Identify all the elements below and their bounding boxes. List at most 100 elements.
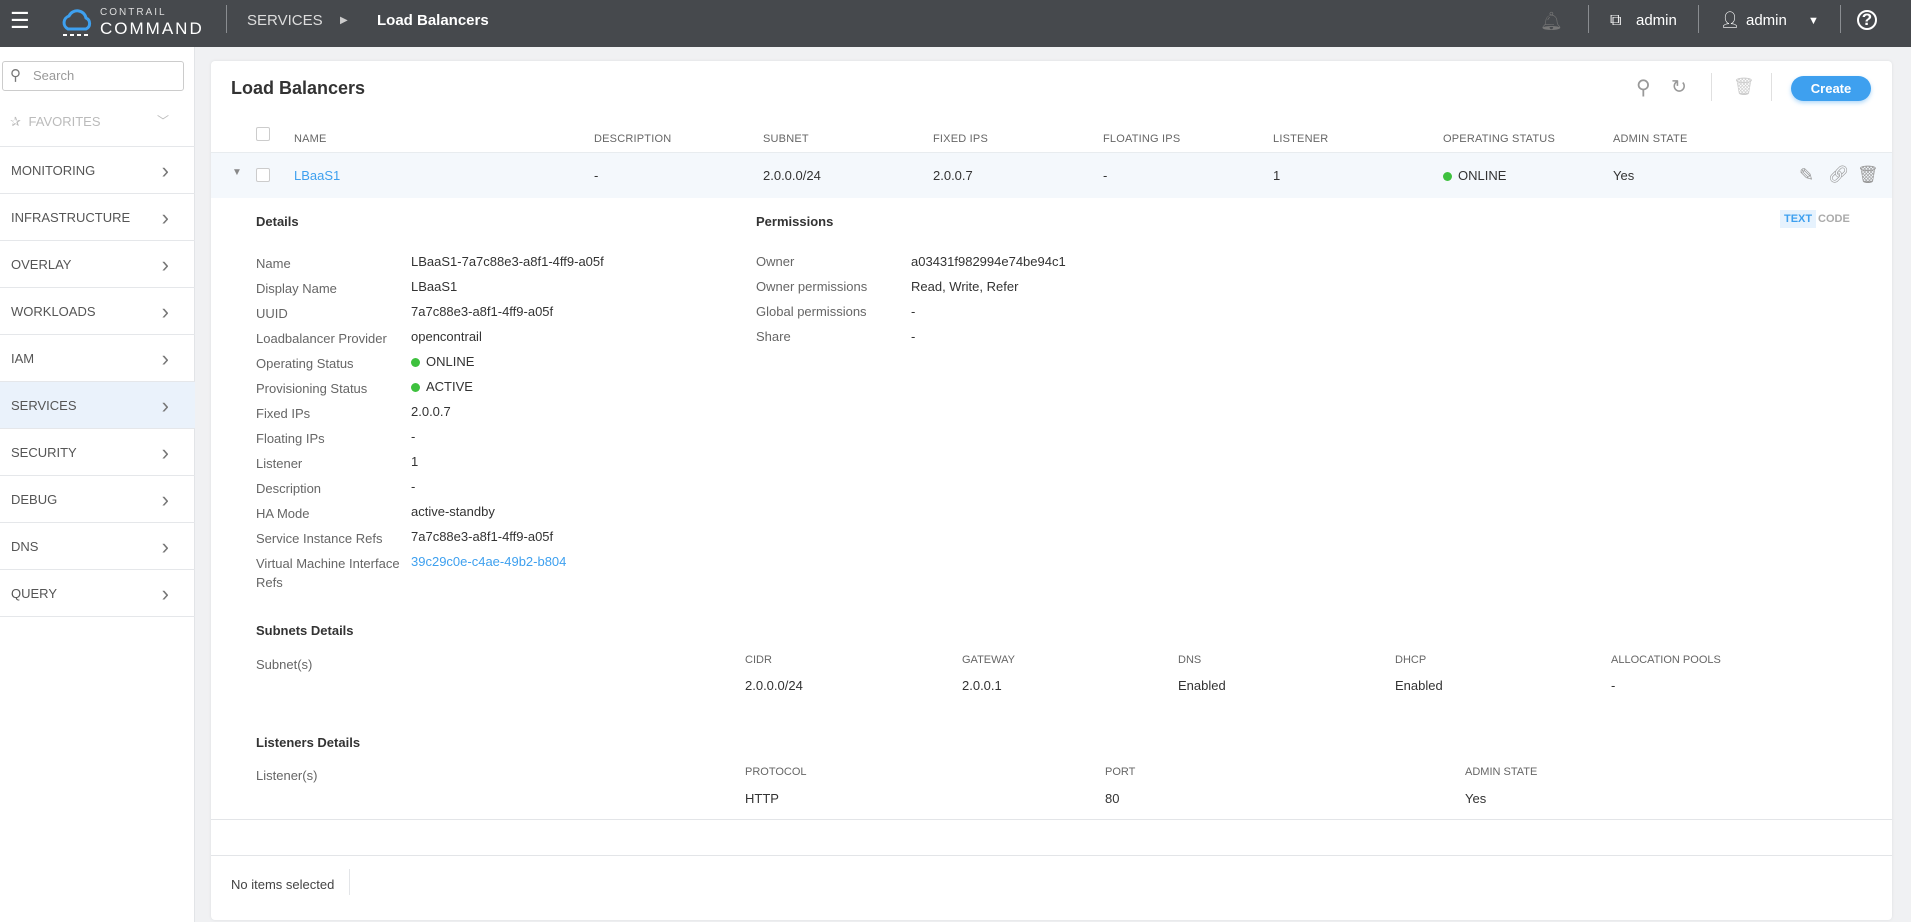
project-icon[interactable]: ⧉ (1610, 0, 1621, 42)
permission-label: Owner (756, 254, 795, 269)
row-floating-ips: - (1103, 168, 1108, 183)
sidebar-item-dns[interactable]: DNS › (0, 522, 195, 569)
detail-label: HA Mode (256, 506, 310, 521)
detail-label: Service Instance Refs (256, 531, 383, 546)
sidebar-item-label: QUERY (11, 586, 57, 601)
chevron-down-icon[interactable]: ▼ (1808, 0, 1819, 42)
sidebar-item-workloads[interactable]: WORKLOADS › (0, 287, 195, 334)
detail-value[interactable]: 39c29c0e-c4ae-49b2-b804 (411, 554, 566, 569)
sidebar-item-label: SERVICES (11, 398, 77, 413)
detail-label: Floating IPs (256, 431, 325, 446)
subnet-value: Enabled (1178, 678, 1226, 693)
permission-label: Share (756, 329, 791, 344)
chevron-right-icon: › (161, 252, 169, 277)
create-button[interactable]: Create (1791, 76, 1871, 101)
row-fixed-ips: 2.0.0.7 (933, 168, 973, 183)
page-title: Load Balancers (231, 78, 366, 98)
column-header-fixed-ips[interactable]: FIXED IPS (933, 133, 988, 145)
breadcrumb-separator-icon: ▶ (340, 15, 348, 26)
favorites-toggle[interactable]: ✰ FAVORITES ﹀ (0, 98, 195, 145)
link-icon[interactable]: 🔗︎ (1828, 165, 1850, 185)
detail-value: opencontrail (411, 329, 482, 344)
sidebar: ⚲ Search ✰ FAVORITES ﹀ MONITORING › INFRASTR… (0, 47, 195, 922)
detail-label: Loadbalancer Provider (256, 331, 387, 346)
column-header-name[interactable]: NAME (294, 133, 327, 145)
expand-caret-icon[interactable]: ▼ (232, 167, 242, 178)
subnet-column-header: CIDR (745, 654, 772, 666)
sidebar-item-label: WORKLOADS (11, 304, 96, 319)
column-header-description[interactable]: DESCRIPTION (594, 133, 671, 145)
detail-value: active-standby (411, 504, 495, 519)
status-dot (411, 383, 420, 392)
chevron-right-icon: › (161, 581, 169, 606)
breadcrumb-services[interactable]: SERVICES (247, 0, 323, 42)
sidebar-item-overlay[interactable]: OVERLAY › (0, 240, 195, 287)
column-header-operating-status[interactable]: OPERATING STATUS (1443, 133, 1555, 145)
permission-value: Read, Write, Refer (911, 279, 1019, 294)
detail-label: Virtual Machine Interface Refs (256, 556, 400, 590)
sidebar-item-monitoring[interactable]: MONITORING › (0, 146, 195, 193)
notification-bell-icon[interactable]: 🔔︎ (1540, 0, 1563, 42)
listener-column-header: PROTOCOL (745, 766, 807, 778)
detail-label: Provisioning Status (256, 381, 368, 396)
code-view-toggle[interactable]: CODE (1816, 210, 1852, 228)
search-icon[interactable]: ⚲ (1636, 75, 1651, 100)
sidebar-item-services[interactable]: SERVICES › (0, 381, 195, 428)
refresh-icon[interactable]: ↻ (1671, 76, 1687, 99)
permission-value: a03431f982994e74be94c1 (911, 254, 1066, 269)
user-icon[interactable]: 👤︎ (1720, 0, 1740, 42)
column-header-subnet[interactable]: SUBNET (763, 133, 809, 145)
sidebar-item-debug[interactable]: DEBUG › (0, 475, 195, 522)
listener-value: Yes (1465, 791, 1487, 806)
column-header-listener[interactable]: LISTENER (1273, 133, 1328, 145)
row-admin-state: Yes (1613, 168, 1635, 183)
sidebar-item-query[interactable]: QUERY › (0, 569, 195, 616)
detail-value: 7a7c88e3-a8f1-4ff9-a05f (411, 529, 554, 544)
row-listener: 1 (1273, 168, 1281, 183)
help-icon[interactable]: ? (1857, 10, 1877, 30)
listeners-label: Listener(s) (256, 768, 318, 783)
subnets-details-heading: Subnets Details (256, 623, 354, 638)
detail-value: - (411, 479, 416, 494)
sidebar-item-security[interactable]: SECURITY › (0, 428, 195, 475)
user-menu[interactable]: admin (1746, 0, 1787, 42)
listener-value: 80 (1105, 791, 1120, 806)
detail-value: - (411, 429, 416, 444)
subnet-value: 2.0.0.0/24 (745, 678, 803, 693)
subnets-label: Subnet(s) (256, 657, 313, 672)
chevron-right-icon: › (161, 393, 169, 418)
menu-icon[interactable]: ☰ (10, 0, 32, 42)
listener-column-header: ADMIN STATE (1465, 766, 1538, 778)
subnet-column-header: GATEWAY (962, 654, 1015, 666)
permission-value: - (911, 329, 916, 344)
chevron-down-icon: ﹀ (156, 114, 169, 128)
detail-value: ONLINE (411, 354, 474, 369)
selection-status: No items selected (231, 877, 335, 892)
select-all-checkbox[interactable] (256, 127, 270, 141)
search-input[interactable]: ⚲ Search (2, 61, 184, 91)
sidebar-item-infrastructure[interactable]: INFRASTRUCTURE › (0, 193, 195, 240)
permission-label: Global permissions (756, 304, 867, 319)
sidebar-item-iam[interactable]: IAM › (0, 334, 195, 381)
chevron-right-icon: › (161, 440, 169, 465)
chevron-right-icon: › (161, 299, 169, 324)
contrail-logo[interactable]: CONTRAIL COMMAND (60, 5, 210, 41)
column-header-admin-state[interactable]: ADMIN STATE (1613, 133, 1688, 145)
project-selector[interactable]: admin (1636, 0, 1677, 42)
chevron-right-icon: › (161, 534, 169, 559)
edit-icon[interactable]: ✎ (1799, 165, 1814, 186)
table-row[interactable]: ▼ LBaaS1 - 2.0.0.0/24 2.0.0.7 - 1 ONLINE… (211, 152, 1892, 198)
listener-column-header: PORT (1105, 766, 1136, 778)
status-dot (1443, 172, 1452, 181)
detail-label: Operating Status (256, 356, 354, 371)
text-view-toggle[interactable]: TEXT (1780, 210, 1817, 228)
column-header-floating-ips[interactable]: FLOATING IPS (1103, 133, 1180, 145)
detail-label: Fixed IPs (256, 406, 311, 421)
row-checkbox[interactable] (256, 168, 270, 182)
breadcrumb-current: Load Balancers (377, 12, 489, 29)
delete-selected-icon[interactable]: 🗑︎ (1733, 77, 1755, 97)
load-balancers-panel: Load Balancers ⚲ ↻ 🗑︎ Create NAME DESCRIP… (211, 61, 1892, 920)
delete-icon[interactable]: 🗑︎ (1857, 165, 1879, 185)
row-name-link[interactable]: LBaaS1 (294, 168, 340, 183)
detail-value: LBaaS1-7a7c88e3-a8f1-4ff9-a05f (411, 254, 604, 269)
